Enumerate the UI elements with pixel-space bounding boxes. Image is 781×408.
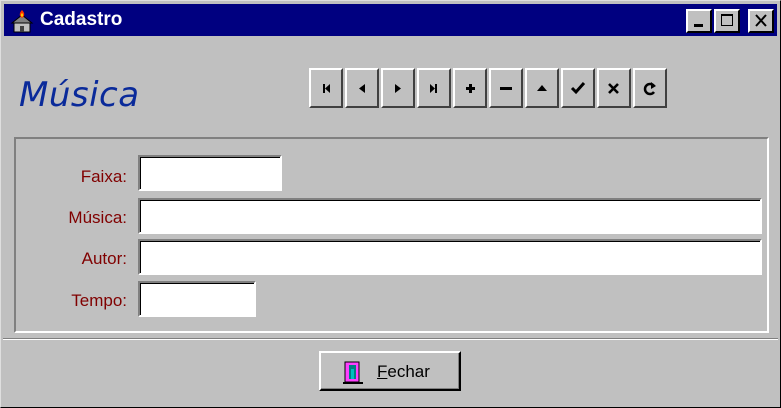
- nav-next-button[interactable]: [381, 68, 415, 108]
- window: Cadastro Música Faixa: Música: Autor: Te…: [0, 0, 781, 408]
- autor-label: Autor:: [81, 249, 127, 268]
- nav-prior-button[interactable]: [345, 68, 379, 108]
- maximize-button[interactable]: [714, 9, 740, 33]
- nav-last-button[interactable]: [417, 68, 451, 108]
- form-panel: [14, 137, 769, 333]
- page-title: Música: [19, 75, 140, 115]
- last-record-icon: [430, 84, 437, 93]
- nav-edit-button[interactable]: [525, 68, 559, 108]
- tempo-field[interactable]: [138, 281, 256, 317]
- minus-icon: [500, 87, 512, 90]
- nav-delete-button[interactable]: [489, 68, 523, 108]
- close-label: Fechar: [377, 362, 430, 382]
- nav-post-button[interactable]: [561, 68, 595, 108]
- close-window-button[interactable]: [748, 9, 774, 33]
- musica-field[interactable]: [138, 198, 762, 234]
- close-button[interactable]: Fechar: [319, 351, 461, 391]
- minimize-icon: [694, 24, 703, 27]
- faixa-field[interactable]: [138, 155, 282, 191]
- nav-insert-button[interactable]: [453, 68, 487, 108]
- nav-first-button[interactable]: [309, 68, 343, 108]
- refresh-icon: [643, 82, 656, 96]
- first-record-icon: [323, 84, 330, 93]
- prior-record-icon: [359, 84, 365, 93]
- faixa-label: Faixa:: [80, 167, 127, 186]
- close-mnemonic: F: [377, 362, 388, 381]
- x-icon: [608, 83, 619, 94]
- minimize-button[interactable]: [686, 9, 712, 33]
- close-label-rest: echar: [387, 362, 430, 381]
- nav-cancel-button[interactable]: [597, 68, 631, 108]
- nav-refresh-button[interactable]: [633, 68, 667, 108]
- checkmark-icon: [570, 82, 586, 95]
- window-title: Cadastro: [40, 9, 123, 30]
- db-navigator: [309, 68, 669, 108]
- footer-divider: [3, 338, 778, 340]
- next-record-icon: [395, 84, 401, 93]
- door-icon: [343, 361, 363, 384]
- tempo-label: Tempo:: [71, 291, 127, 310]
- close-icon: [755, 14, 767, 27]
- triangle-up-icon: [537, 85, 547, 91]
- autor-field[interactable]: [138, 239, 762, 275]
- house-fire-icon: [10, 10, 34, 33]
- title-bar[interactable]: Cadastro: [4, 4, 777, 36]
- musica-label: Música:: [68, 208, 127, 227]
- plus-icon: [466, 84, 475, 93]
- maximize-icon: [721, 14, 733, 26]
